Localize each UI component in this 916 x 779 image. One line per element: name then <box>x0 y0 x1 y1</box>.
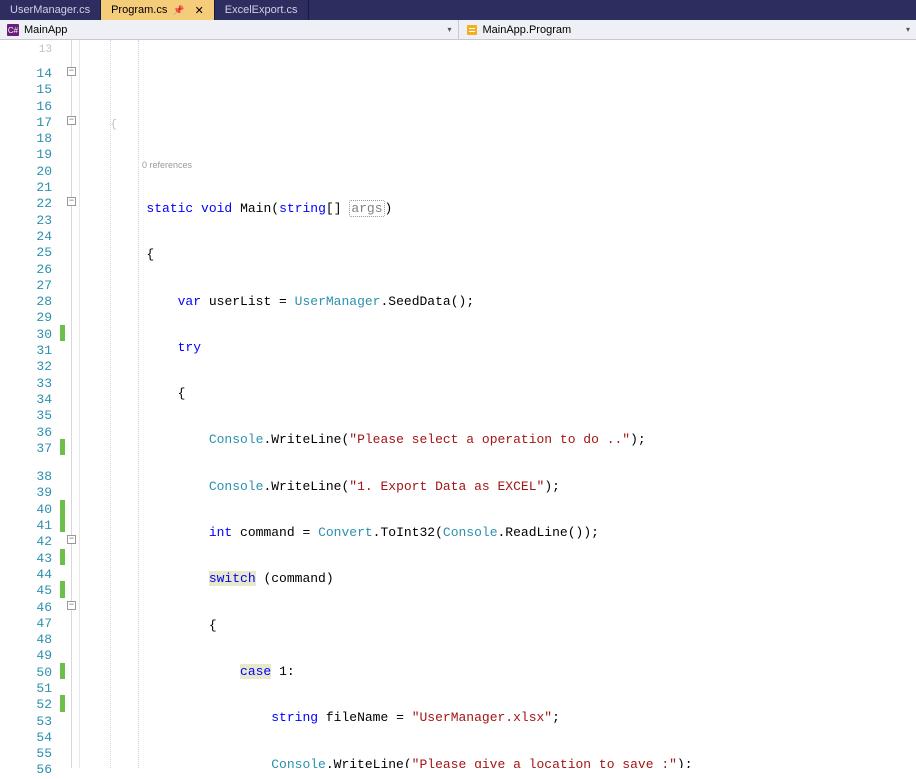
line-number: 15 <box>0 82 52 98</box>
code-line: Console.WriteLine("Please select a opera… <box>80 432 916 448</box>
code-line: { <box>80 117 916 129</box>
line-number: 14 <box>0 66 52 82</box>
line-number: 56 <box>0 762 52 778</box>
line-number: 55 <box>0 746 52 762</box>
code-line: string fileName = "UserManager.xlsx"; <box>80 710 916 726</box>
document-tab-bar: UserManager.cs Program.cs 📌 ✕ ExcelExpor… <box>0 0 916 20</box>
code-line: Console.WriteLine("1. Export Data as EXC… <box>80 479 916 495</box>
line-number: 27 <box>0 278 52 294</box>
svg-text:C#: C# <box>8 26 19 35</box>
line-number: 20 <box>0 164 52 180</box>
tab-label: Program.cs <box>111 4 167 16</box>
nav-member-dropdown[interactable]: MainApp.Program ▾ <box>458 20 916 39</box>
change-mark <box>60 549 65 565</box>
tab-usermanager[interactable]: UserManager.cs <box>0 0 101 20</box>
line-number: 45 <box>0 583 52 599</box>
tab-excelexport[interactable]: ExcelExport.cs <box>215 0 309 20</box>
method-icon <box>465 23 479 37</box>
change-mark <box>60 663 65 679</box>
outlining-margin: − − − − − <box>66 40 80 768</box>
line-number: 29 <box>0 310 52 326</box>
code-line: { <box>80 247 916 263</box>
csharp-project-icon: C# <box>6 23 20 37</box>
navigation-bar: C# MainApp ▾ MainApp.Program ▾ <box>0 20 916 40</box>
line-number: 16 <box>0 99 52 115</box>
code-text-area[interactable]: { 0 references static void Main(string[]… <box>80 40 916 768</box>
line-number: 26 <box>0 262 52 278</box>
line-number: 49 <box>0 648 52 664</box>
code-line: switch (command) <box>80 571 916 587</box>
line-number: 33 <box>0 376 52 392</box>
line-number: 53 <box>0 714 52 730</box>
line-number: 13 <box>0 42 52 54</box>
line-number: 37 <box>0 441 52 457</box>
code-line: { <box>80 386 916 402</box>
line-number: 48 <box>0 632 52 648</box>
line-number: 21 <box>0 180 52 196</box>
line-number: 22 <box>0 196 52 212</box>
line-number: 34 <box>0 392 52 408</box>
line-number: 23 <box>0 213 52 229</box>
code-line: int command = Convert.ToInt32(Console.Re… <box>80 525 916 541</box>
line-number: 36 <box>0 425 52 441</box>
line-number-gutter: 13 14 15 16 17 18 19 20 21 22 23 24 25 2… <box>0 40 60 768</box>
tab-program[interactable]: Program.cs 📌 ✕ <box>101 0 215 20</box>
close-icon[interactable]: ✕ <box>195 4 204 17</box>
line-number: 39 <box>0 485 52 501</box>
line-number: 54 <box>0 730 52 746</box>
line-number: 42 <box>0 534 52 550</box>
line-number: 24 <box>0 229 52 245</box>
collapse-toggle[interactable]: − <box>67 67 76 76</box>
line-number: 32 <box>0 359 52 375</box>
line-number: 50 <box>0 665 52 681</box>
collapse-toggle[interactable]: − <box>67 601 76 610</box>
line-number: 52 <box>0 697 52 713</box>
line-number: 28 <box>0 294 52 310</box>
change-mark <box>60 439 65 455</box>
collapse-toggle[interactable]: − <box>67 197 76 206</box>
code-line: { <box>80 618 916 634</box>
line-number: 25 <box>0 245 52 261</box>
chevron-down-icon: ▾ <box>906 25 910 34</box>
code-line: try <box>80 340 916 356</box>
code-line: case 1: <box>80 664 916 680</box>
line-number: 51 <box>0 681 52 697</box>
change-mark <box>60 325 65 341</box>
tab-label: ExcelExport.cs <box>225 4 298 16</box>
line-number: 44 <box>0 567 52 583</box>
line-number: 43 <box>0 551 52 567</box>
code-editor[interactable]: 13 14 15 16 17 18 19 20 21 22 23 24 25 2… <box>0 40 916 768</box>
collapse-toggle[interactable]: − <box>67 535 76 544</box>
line-number: 40 <box>0 502 52 518</box>
code-line: static void Main(string[] args) <box>80 201 916 217</box>
change-mark <box>60 500 65 533</box>
code-line: var userList = UserManager.SeedData(); <box>80 294 916 310</box>
line-number: 46 <box>0 600 52 616</box>
tab-label: UserManager.cs <box>10 4 90 16</box>
line-number: 47 <box>0 616 52 632</box>
codelens-references[interactable]: 0 references <box>80 159 916 171</box>
change-mark <box>60 695 65 711</box>
nav-member-text: MainApp.Program <box>483 24 572 36</box>
line-number: 35 <box>0 408 52 424</box>
line-number: 30 <box>0 327 52 343</box>
line-number: 41 <box>0 518 52 534</box>
change-mark <box>60 581 65 597</box>
nav-scope-dropdown[interactable]: C# MainApp ▾ <box>0 20 458 39</box>
nav-scope-text: MainApp <box>24 24 67 36</box>
line-number: 38 <box>0 469 52 485</box>
line-number: 31 <box>0 343 52 359</box>
chevron-down-icon: ▾ <box>447 25 451 34</box>
collapse-toggle[interactable]: − <box>67 116 76 125</box>
line-number: 18 <box>0 131 52 147</box>
code-line: Console.WriteLine("Please give a locatio… <box>80 757 916 768</box>
pin-icon[interactable]: 📌 <box>173 5 184 16</box>
line-number: 19 <box>0 147 52 163</box>
line-number: 17 <box>0 115 52 131</box>
